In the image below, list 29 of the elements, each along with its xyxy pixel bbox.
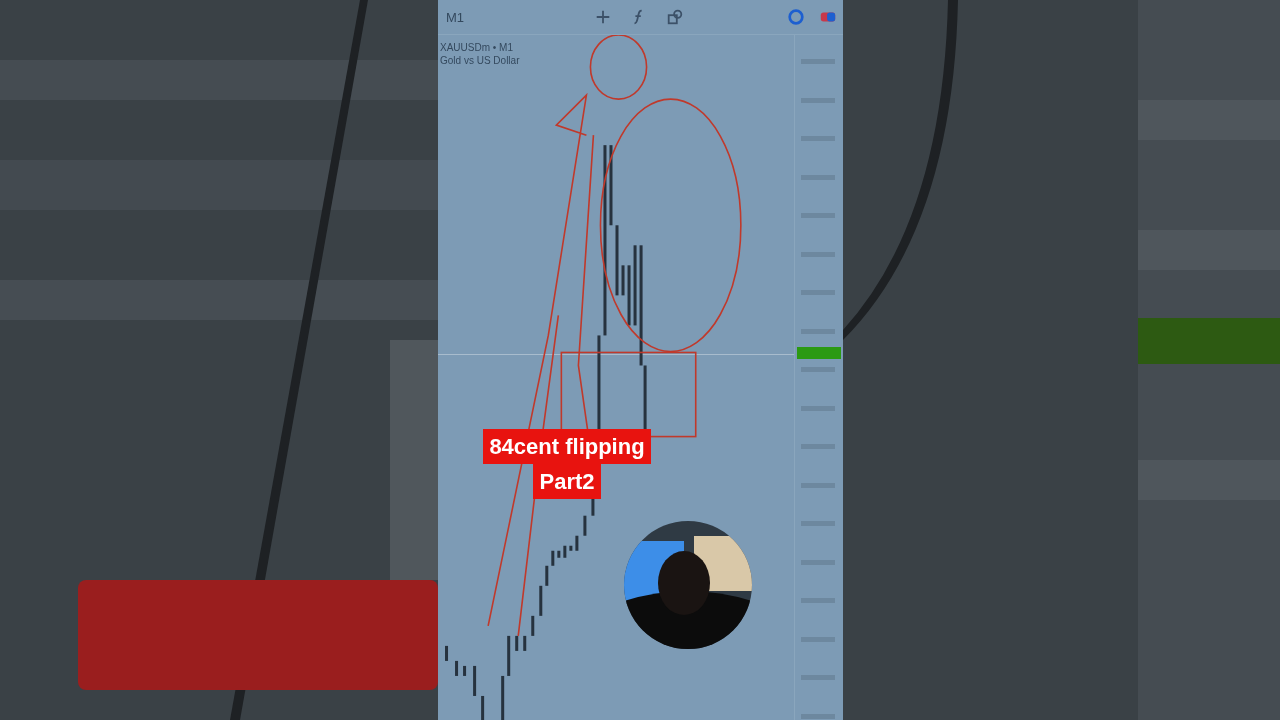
current-price-marker <box>797 347 841 359</box>
candle <box>455 660 459 676</box>
timeframe-label[interactable]: M1 <box>446 9 586 25</box>
candle <box>473 665 477 696</box>
candle <box>507 635 511 676</box>
candle <box>545 565 549 586</box>
candle <box>551 550 555 566</box>
candle <box>615 225 619 296</box>
candle <box>621 265 625 296</box>
candle <box>557 550 561 558</box>
symbol-label: XAUUSDm • M1 <box>440 41 514 54</box>
candle <box>627 265 631 326</box>
shapes-icon[interactable] <box>666 8 684 26</box>
crosshair-icon[interactable] <box>594 8 612 26</box>
candle <box>515 635 519 651</box>
candle <box>463 665 467 676</box>
candle <box>481 695 485 720</box>
caption-text: Part2 <box>533 464 601 499</box>
candle <box>539 585 543 616</box>
caption-text: 84cent flipping <box>483 429 651 464</box>
candle <box>563 545 567 558</box>
candle <box>575 535 579 551</box>
symbol-description: Gold vs US Dollar <box>440 54 520 67</box>
candle <box>569 545 573 551</box>
candle <box>501 675 505 720</box>
candle <box>531 615 535 636</box>
candle <box>583 515 587 536</box>
candle <box>445 645 449 661</box>
candle <box>523 635 527 651</box>
